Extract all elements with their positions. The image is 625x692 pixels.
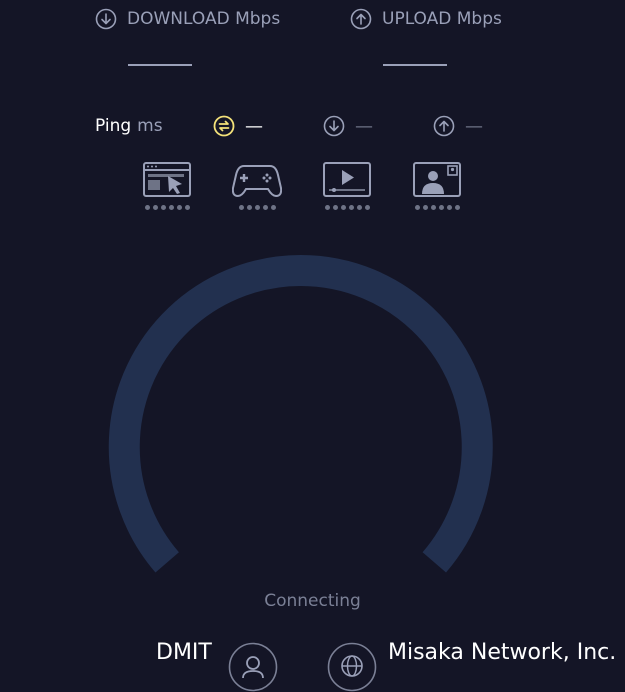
gauge-track [108,255,493,573]
connection-status: Connecting [264,591,361,611]
host-name: DMIT [156,640,212,665]
isp-name: Misaka Network, Inc. [388,640,617,665]
change-server-button[interactable] [327,642,377,692]
speed-gauge [108,255,493,573]
user-icon [228,642,278,692]
globe-icon [327,642,377,692]
change-host-button[interactable] [228,642,278,692]
